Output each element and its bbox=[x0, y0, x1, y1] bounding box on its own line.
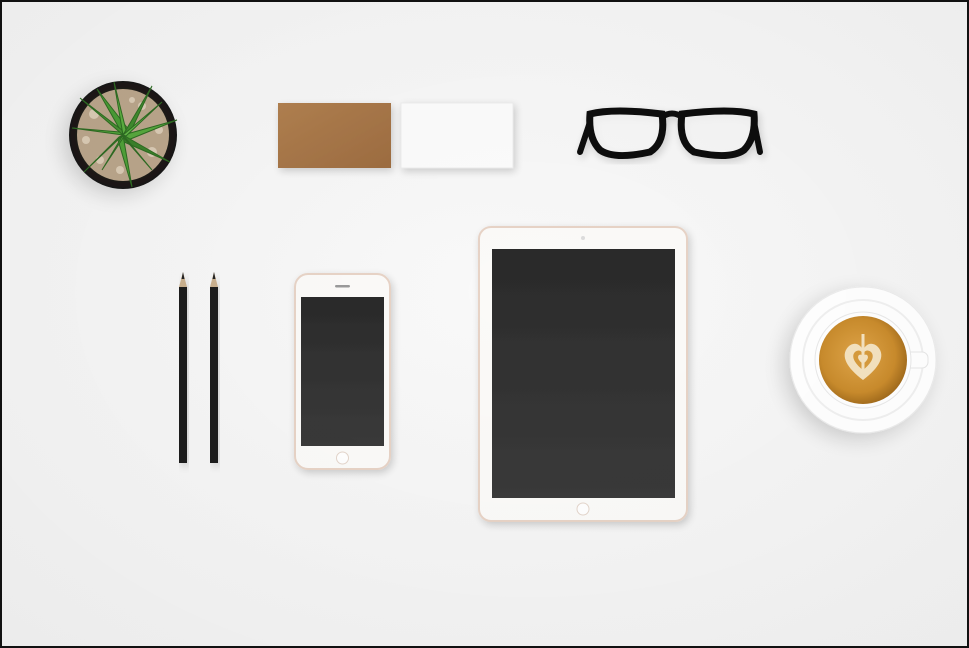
pencil bbox=[179, 272, 187, 463]
glasses-right-lens bbox=[677, 107, 758, 159]
photo-frame bbox=[0, 0, 969, 648]
phone-earpiece bbox=[335, 285, 350, 288]
pencil bbox=[210, 272, 218, 463]
phone-screen bbox=[301, 297, 384, 446]
phone-home-button bbox=[336, 451, 349, 465]
tablet-home-button bbox=[576, 502, 590, 516]
tablet-screen bbox=[492, 249, 675, 498]
white-business-card bbox=[400, 102, 514, 169]
tablet bbox=[478, 226, 688, 522]
tablet-camera bbox=[581, 236, 585, 240]
smartphone bbox=[294, 273, 391, 470]
succulent-plant bbox=[69, 81, 178, 189]
glasses-left-lens bbox=[586, 107, 667, 159]
latte-cup bbox=[789, 286, 937, 434]
flatlay-scene bbox=[2, 2, 967, 646]
kraft-business-card bbox=[278, 103, 391, 168]
glasses-bridge bbox=[660, 110, 684, 120]
